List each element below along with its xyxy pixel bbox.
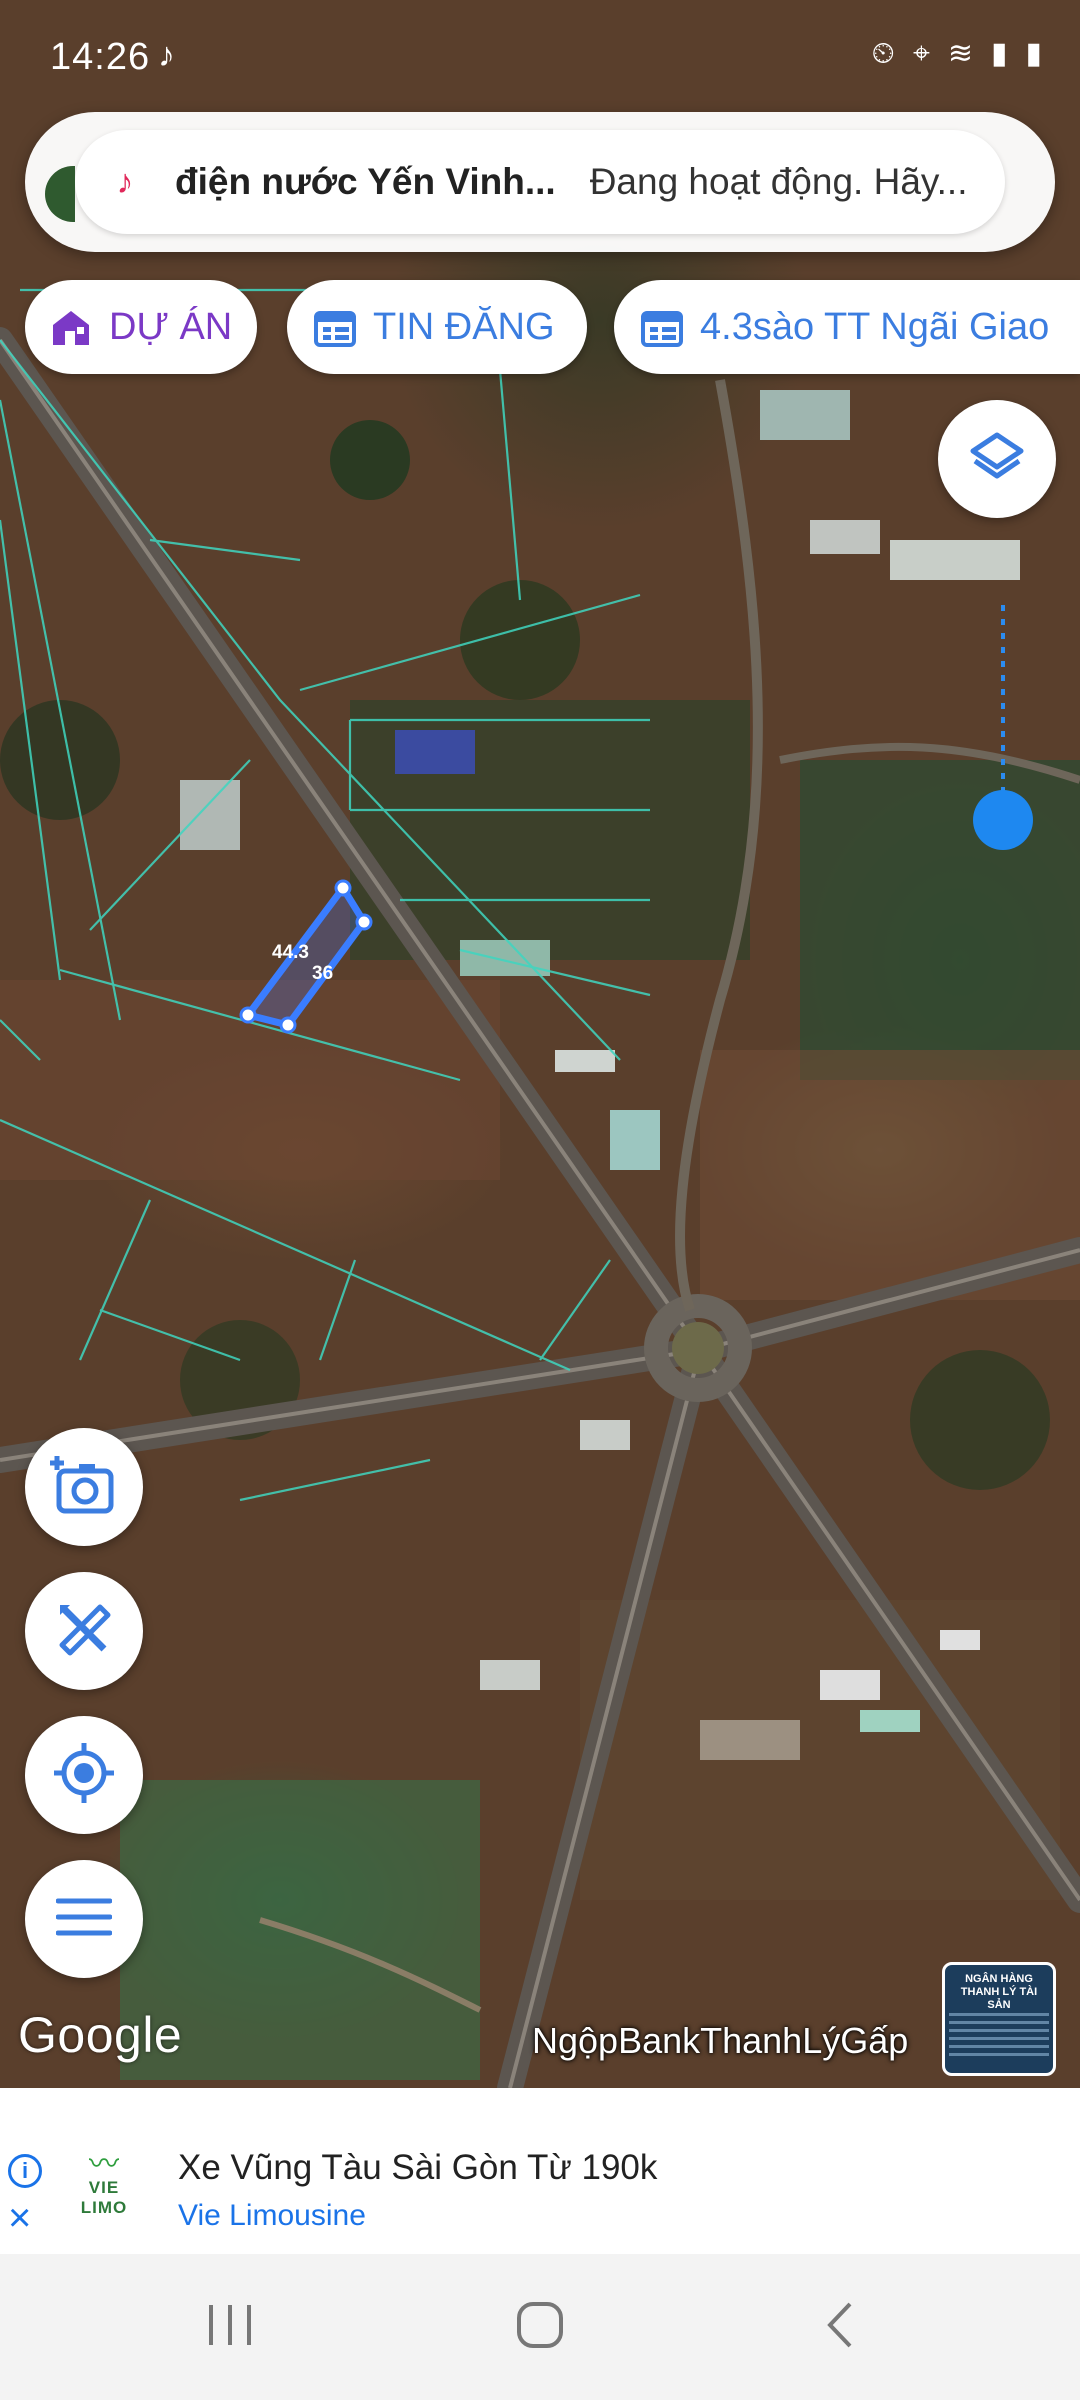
advertiser-logo: 〰 VIE LIMO [80, 2148, 128, 2218]
system-navigation-bar [0, 2254, 1080, 2400]
chip-du-an[interactable]: DỰ ÁN [25, 280, 257, 374]
tiktok-icon: ♪ [158, 36, 175, 74]
ad-close-icon[interactable]: × [8, 2198, 31, 2238]
recents-icon [205, 2303, 255, 2352]
location-icon: ⌖ [912, 36, 930, 70]
add-photo-button[interactable] [25, 1428, 143, 1546]
layers-icon [967, 429, 1027, 490]
hamburger-icon [55, 1897, 113, 1942]
ad-headline: Xe Vũng Tàu Sài Gòn Từ 190k [178, 2148, 658, 2187]
watermark-text: NgộpBankThanhLýGấp [532, 2020, 909, 2061]
chip-du-an-label: DỰ ÁN [109, 305, 233, 348]
my-location-button[interactable] [25, 1716, 143, 1834]
notification-title: điện nước Yến Vinh... [175, 161, 556, 202]
ad-info-icon[interactable]: i [8, 2154, 42, 2188]
tiktok-icon: ♪ [116, 162, 134, 201]
alarm-icon: ⏲ [871, 36, 895, 70]
layers-button[interactable] [938, 400, 1056, 518]
watermark-thumbnail: NGÂN HÀNG THANH LÝ TÀI SẢN [942, 1962, 1056, 2076]
active-call-notification[interactable]: ♪ điện nước Yến Vinh... Đang hoạt động. … [25, 112, 1055, 252]
current-location-dot[interactable] [973, 790, 1033, 850]
calendar-icon [311, 303, 359, 351]
ad-banner[interactable]: i × 〰 VIE LIMO Xe Vũng Tàu Sài Gòn Từ 19… [0, 2088, 1080, 2254]
wifi-icon: ≋ [947, 37, 973, 70]
house-icon [47, 303, 95, 351]
battery-icon: ▮ [1025, 37, 1042, 70]
back-button[interactable] [790, 2254, 890, 2400]
menu-button[interactable] [25, 1860, 143, 1978]
calendar-icon [638, 303, 686, 351]
parcel-label-length: 44.3 [272, 942, 309, 963]
home-button[interactable] [490, 2254, 590, 2400]
call-indicator [45, 166, 75, 222]
camera-add-icon [49, 1453, 119, 1522]
signal-icon: ▮ [990, 37, 1008, 70]
recent-apps-button[interactable] [180, 2254, 280, 2400]
parcel-label-width: 36 [312, 963, 333, 984]
status-bar: 14:26 ♪ ⏲ ⌖ ≋ ▮ ▮ [0, 0, 1080, 120]
ad-advertiser[interactable]: Vie Limousine [178, 2199, 366, 2233]
chip-tin-dang-label: TIN ĐĂNG [373, 305, 555, 348]
crosshair-icon [52, 1741, 116, 1810]
chip-listing-label: 4.3sào TT Ngãi Giao [700, 305, 1050, 348]
status-icons: ⏲ ⌖ ≋ ▮ ▮ [872, 36, 1042, 71]
ruler-pencil-icon [54, 1599, 114, 1664]
google-logo: Google [18, 2007, 183, 2063]
status-time: 14:26 [50, 36, 151, 78]
back-icon [820, 2300, 860, 2355]
chip-tin-dang[interactable]: TIN ĐĂNG [287, 280, 587, 374]
chip-listing[interactable]: 4.3sào TT Ngãi Giao [614, 280, 1080, 374]
measure-tool-button[interactable] [25, 1572, 143, 1690]
home-icon [515, 2300, 565, 2355]
notification-message: Đang hoạt động. Hãy... [589, 161, 968, 202]
